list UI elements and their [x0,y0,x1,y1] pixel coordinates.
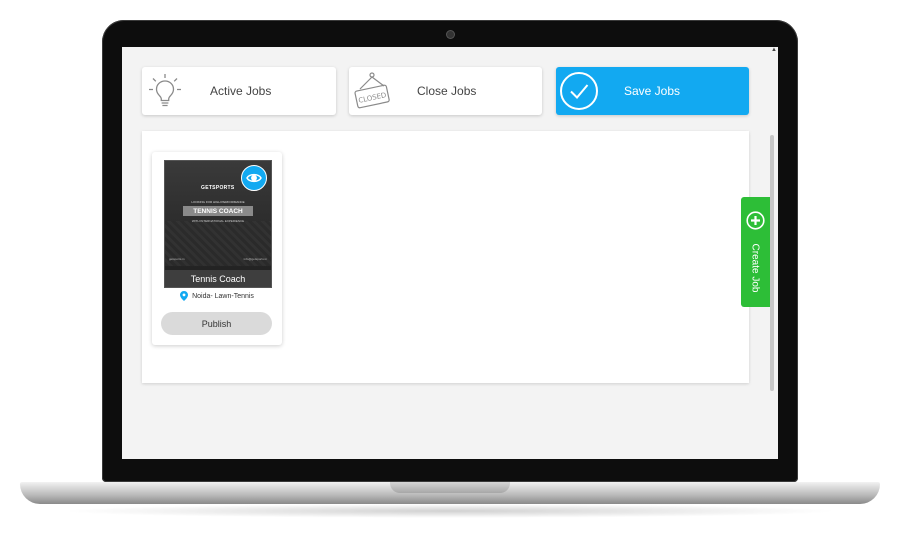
checkmark-circle-icon [556,69,602,113]
tab-close-jobs[interactable]: CLOSED Close Jobs [349,67,542,115]
jobs-panel: GETSPORTS LOOKING FOR HIGH PERFORMANCE T… [142,131,749,383]
job-location-text: Noida- Lawn-Tennis [192,292,254,300]
vertical-scrollbar[interactable] [770,135,774,391]
publish-button[interactable]: Publish [161,312,272,335]
plus-circle-icon [746,211,765,230]
create-job-button[interactable]: Create Job [741,197,770,307]
poster-tagline: LOOKING FOR HIGH PERFORMANCE [191,200,245,204]
create-job-label: Create Job [749,243,761,293]
poster-subline: WITH INTERNATIONAL EXPERIENCE [191,219,245,223]
app-screen: ▲ Active Jobs CLOSED Close Jobs Save Job… [122,47,778,459]
tab-save-jobs[interactable]: Save Jobs [556,67,749,115]
laptop-notch [390,482,510,493]
tab-active-jobs-label: Active Jobs [210,84,272,98]
location-pin-icon [180,291,189,301]
job-title: Tennis Coach [165,270,271,287]
eye-icon[interactable] [241,165,267,191]
job-location: Noida- Lawn-Tennis [152,291,282,301]
job-card[interactable]: GETSPORTS LOOKING FOR HIGH PERFORMANCE T… [152,152,282,345]
poster-brand: GETSPORTS [201,185,235,191]
closed-sign-icon: CLOSED [349,69,395,113]
poster-footer-right: info@getsports.in [243,257,267,261]
poster-footer-left: getsports.in [169,257,185,261]
poster-headline: TENNIS COACH [183,206,253,216]
tab-close-jobs-label: Close Jobs [417,84,477,98]
tab-active-jobs[interactable]: Active Jobs [142,67,336,115]
camera-icon [447,31,454,38]
scroll-up-arrow[interactable]: ▲ [771,47,777,53]
laptop-shadow [60,504,840,518]
tab-save-jobs-label: Save Jobs [624,84,681,98]
lightbulb-icon [142,69,188,113]
